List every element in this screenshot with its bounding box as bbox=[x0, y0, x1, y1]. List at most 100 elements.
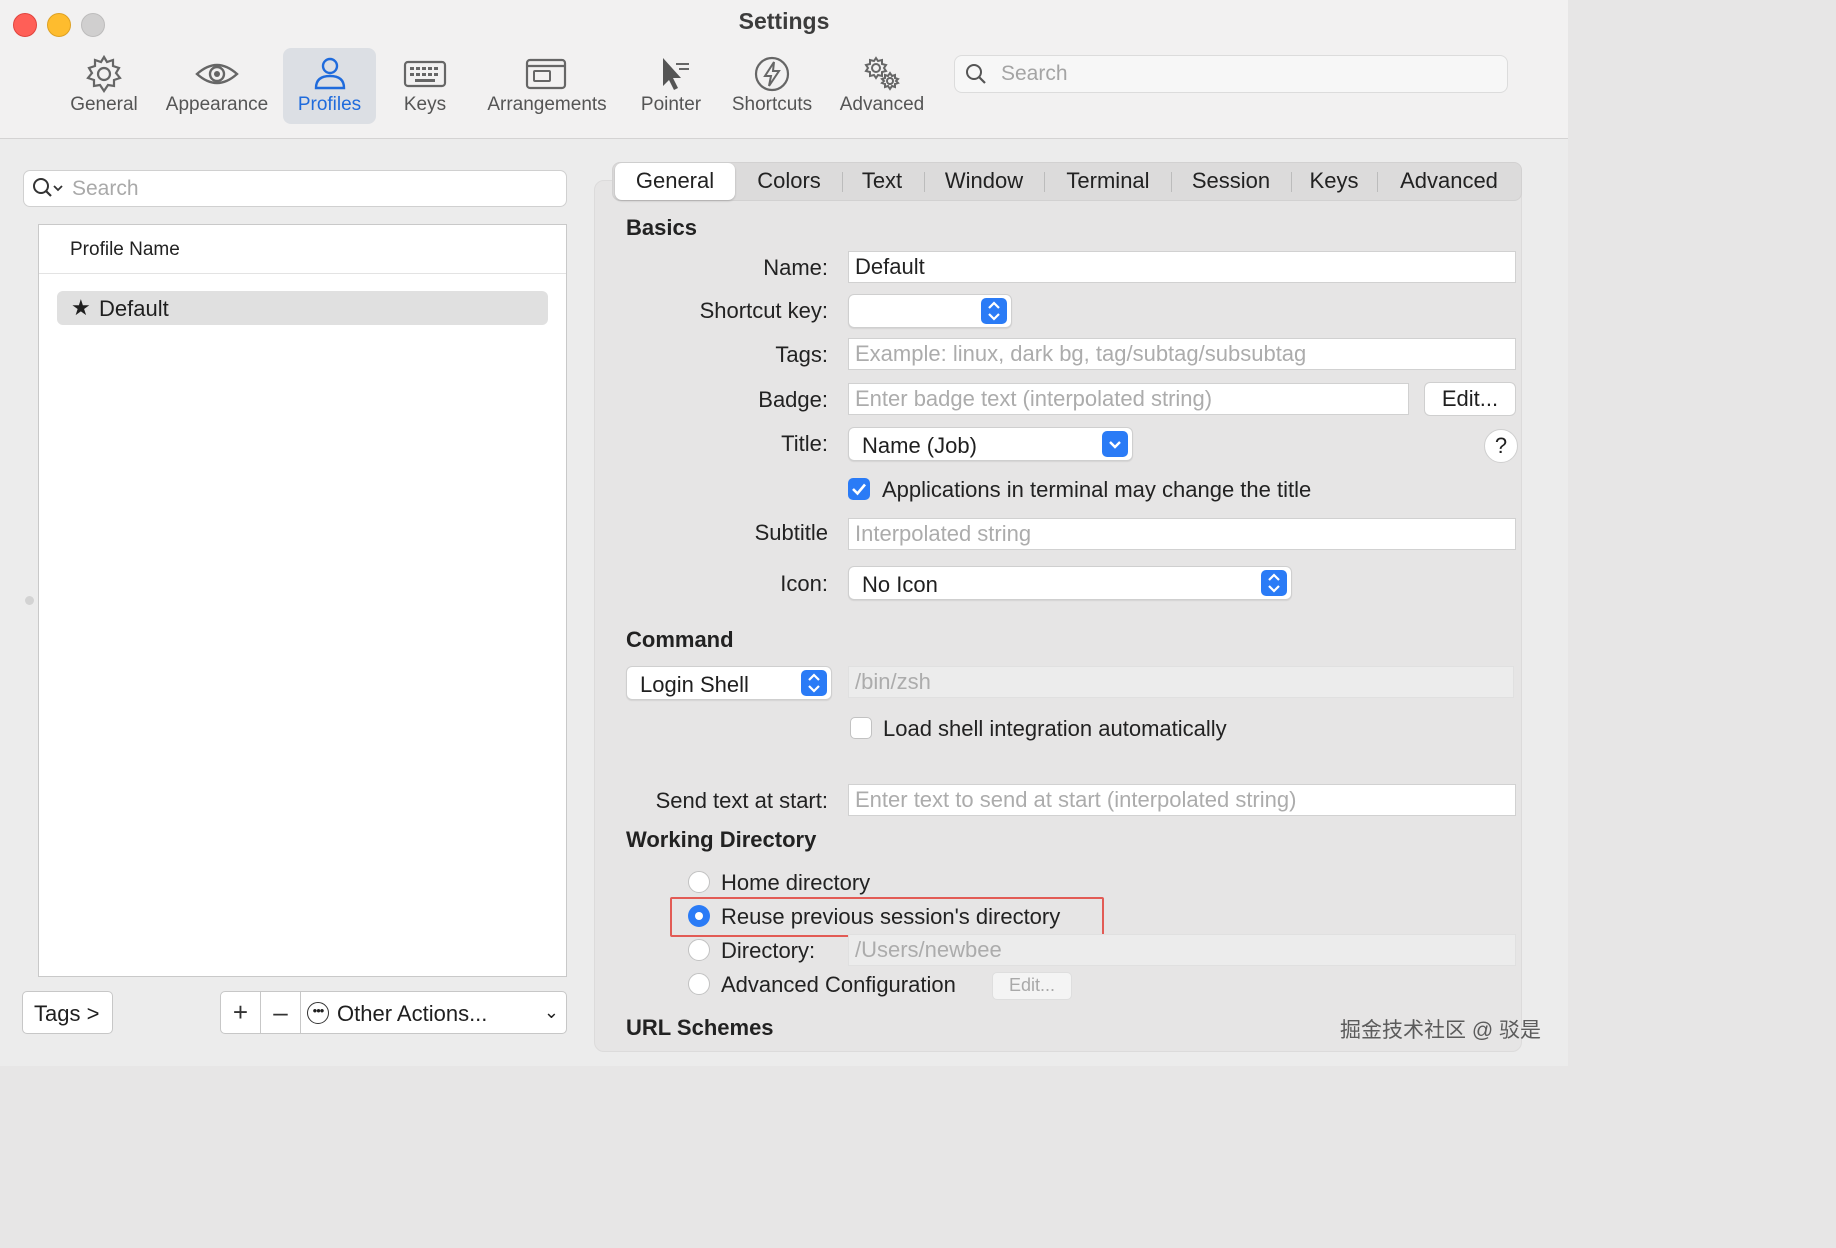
shortcut-key-popup[interactable] bbox=[848, 294, 1012, 328]
shell-path-field bbox=[848, 666, 1514, 698]
eye-icon bbox=[195, 63, 239, 85]
tab-general[interactable]: General bbox=[615, 163, 735, 200]
tab-divider bbox=[1291, 172, 1292, 192]
up-down-stepper-icon bbox=[981, 298, 1007, 324]
tab-colors[interactable]: Colors bbox=[741, 163, 837, 200]
subtitle-field[interactable] bbox=[848, 518, 1516, 550]
tab-divider bbox=[1171, 172, 1172, 192]
tab-keys[interactable]: Keys bbox=[1297, 163, 1371, 200]
tab-divider bbox=[924, 172, 925, 192]
profile-table: Profile Name ★ Default bbox=[38, 224, 567, 977]
shell-integration-label: Load shell integration automatically bbox=[883, 716, 1227, 741]
directory-radio[interactable] bbox=[688, 939, 710, 961]
up-down-stepper-icon bbox=[1261, 570, 1287, 596]
search-icon bbox=[966, 64, 986, 84]
subtitle-label: Subtitle bbox=[754, 520, 828, 545]
other-actions-menu[interactable]: ••• Other Actions... ⌄ bbox=[301, 992, 566, 1033]
profile-actions-group: + – ••• Other Actions... ⌄ bbox=[220, 991, 567, 1034]
up-down-stepper-icon bbox=[801, 670, 827, 696]
basics-heading: Basics bbox=[626, 215, 697, 240]
chevron-down-icon bbox=[1102, 431, 1128, 457]
settings-window: Settings General Appearance Profiles Key… bbox=[0, 0, 1568, 1066]
title-bar: Settings General Appearance Profiles Key… bbox=[0, 0, 1568, 139]
tags-button[interactable]: Tags > bbox=[22, 991, 113, 1034]
other-actions-label: Other Actions... bbox=[337, 1001, 488, 1026]
command-type-popup[interactable]: Login Shell bbox=[626, 666, 832, 700]
home-directory-label: Home directory bbox=[721, 870, 871, 895]
search-icon bbox=[33, 178, 63, 197]
tab-terminal[interactable]: Terminal bbox=[1049, 163, 1167, 200]
profile-name-column-label: Profile Name bbox=[70, 239, 180, 260]
advanced-configuration-radio[interactable] bbox=[688, 973, 710, 995]
home-directory-radio[interactable] bbox=[688, 871, 710, 893]
change-title-label: Applications in terminal may change the … bbox=[882, 477, 1312, 502]
advanced-configuration-label: Advanced Configuration bbox=[721, 972, 956, 997]
bolt-icon bbox=[754, 56, 790, 92]
directory-path-field bbox=[848, 934, 1516, 966]
tab-session[interactable]: Session bbox=[1177, 163, 1285, 200]
toolbar-general-label: General bbox=[70, 94, 138, 115]
toolbar-appearance[interactable]: Appearance bbox=[160, 48, 274, 124]
windows-icon bbox=[525, 58, 567, 90]
title-popup[interactable]: Name (Job) bbox=[848, 427, 1133, 461]
toolbar-keys-label: Keys bbox=[403, 94, 447, 115]
profile-tabs: General Colors Text Window Terminal Sess… bbox=[612, 162, 1522, 201]
command-type-value: Login Shell bbox=[640, 672, 749, 697]
toolbar-keys[interactable]: Keys bbox=[390, 48, 460, 124]
help-button[interactable]: ? bbox=[1484, 429, 1518, 463]
toolbar-pointer-label: Pointer bbox=[640, 94, 702, 115]
title-popup-value: Name (Job) bbox=[862, 433, 977, 458]
advanced-configuration-edit-button: Edit... bbox=[992, 972, 1072, 1000]
gears-icon bbox=[864, 56, 900, 91]
shell-integration-checkbox[interactable] bbox=[850, 717, 872, 739]
tab-divider bbox=[842, 172, 843, 192]
watermark-text: 掘金技术社区 @ 驳是 bbox=[1340, 1019, 1541, 1042]
send-text-label: Send text at start: bbox=[655, 788, 828, 813]
send-text-field[interactable] bbox=[848, 784, 1516, 816]
profile-name: Default bbox=[99, 296, 169, 321]
directory-label: Directory: bbox=[721, 938, 816, 963]
badge-label: Badge: bbox=[758, 387, 828, 412]
toolbar-arrangements[interactable]: Arrangements bbox=[481, 48, 613, 124]
pointer-icon bbox=[663, 58, 689, 90]
gear-icon bbox=[86, 54, 122, 93]
name-field[interactable] bbox=[848, 251, 1516, 283]
checkmark-icon bbox=[852, 483, 866, 496]
tab-advanced[interactable]: Advanced bbox=[1383, 163, 1515, 200]
toolbar-general[interactable]: General bbox=[62, 48, 146, 124]
tab-divider bbox=[1377, 172, 1378, 192]
badge-edit-button[interactable]: Edit... bbox=[1424, 382, 1516, 416]
icon-popup-value: No Icon bbox=[862, 572, 938, 597]
split-view-handle[interactable] bbox=[25, 596, 34, 605]
profile-table-header[interactable]: Profile Name bbox=[39, 225, 566, 274]
toolbar-pointer[interactable]: Pointer bbox=[633, 48, 709, 124]
profile-search-input[interactable] bbox=[70, 173, 554, 205]
tags-label: Tags: bbox=[775, 342, 828, 367]
badge-field[interactable] bbox=[848, 383, 1409, 415]
tags-button-label: Tags > bbox=[34, 1001, 100, 1026]
ellipsis-circle-icon: ••• bbox=[307, 1002, 329, 1024]
toolbar-advanced-label: Advanced bbox=[839, 94, 925, 115]
change-title-checkbox[interactable] bbox=[848, 478, 870, 500]
toolbar-advanced[interactable]: Advanced bbox=[834, 48, 930, 124]
profile-search[interactable] bbox=[23, 170, 567, 207]
tab-divider bbox=[1044, 172, 1045, 192]
toolbar-search[interactable] bbox=[954, 55, 1508, 93]
toolbar-shortcuts[interactable]: Shortcuts bbox=[725, 48, 819, 124]
title-label: Title: bbox=[781, 431, 828, 456]
url-schemes-heading: URL Schemes bbox=[626, 1015, 774, 1040]
toolbar-profiles[interactable]: Profiles bbox=[283, 48, 376, 124]
remove-profile-button[interactable]: – bbox=[261, 992, 301, 1033]
toolbar-search-input[interactable] bbox=[999, 58, 1493, 90]
name-label: Name: bbox=[763, 255, 828, 280]
toolbar-appearance-label: Appearance bbox=[165, 94, 269, 115]
toolbar-arrangements-label: Arrangements bbox=[487, 94, 607, 115]
icon-popup[interactable]: No Icon bbox=[848, 566, 1292, 600]
tags-field[interactable] bbox=[848, 338, 1516, 370]
tab-window[interactable]: Window bbox=[929, 163, 1039, 200]
tab-text[interactable]: Text bbox=[847, 163, 917, 200]
keyboard-icon bbox=[403, 60, 447, 88]
working-directory-heading: Working Directory bbox=[626, 827, 817, 852]
table-row[interactable]: ★ Default bbox=[57, 291, 548, 325]
add-profile-button[interactable]: + bbox=[221, 992, 261, 1033]
